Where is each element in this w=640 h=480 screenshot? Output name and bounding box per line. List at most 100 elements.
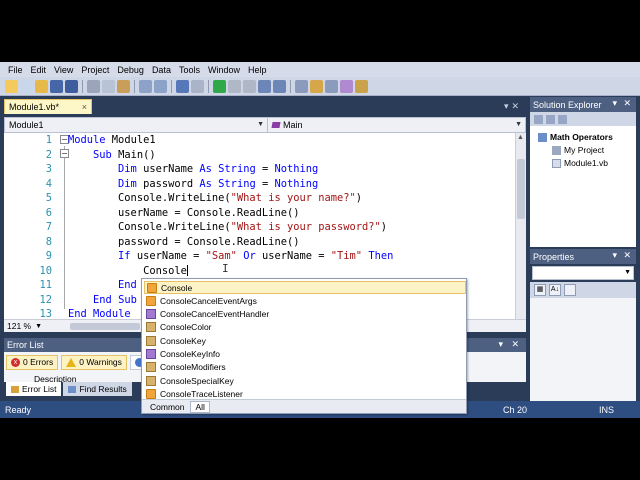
step-over-icon[interactable] [273, 79, 286, 93]
code-line[interactable]: Dim password As String = Nothing [68, 178, 318, 190]
ide-window: File Edit View Project Debug Data Tools Window H… [0, 62, 640, 418]
navigation-bar: Module1 ▼ Main ▼ [4, 117, 526, 133]
menu-data[interactable]: Data [148, 65, 175, 75]
code-line[interactable]: userName = Console.ReadLine() [68, 207, 299, 219]
save-icon[interactable] [50, 79, 63, 93]
menu-bar: File Edit View Project Debug Data Tools Window H… [0, 62, 640, 77]
tree-item-module1[interactable]: Module1.vb [552, 158, 608, 168]
errors-filter-button[interactable]: x 0 Errors [6, 354, 59, 370]
completion-item[interactable]: ConsoleColor [144, 321, 466, 334]
code-line[interactable]: Console [68, 264, 188, 277]
code-line[interactable]: Console.WriteLine("What is your password… [68, 221, 387, 233]
solution-explorer-title-text: Solution Explorer [533, 99, 602, 110]
pane-controls-icon[interactable]: ▾ ✕ [612, 250, 633, 261]
uncomment-icon[interactable] [154, 79, 167, 93]
properties-title: Properties ▾ ✕ [530, 249, 636, 264]
scroll-thumb[interactable] [517, 159, 525, 219]
menu-project[interactable]: Project [77, 65, 113, 75]
line-number: 12 [39, 293, 52, 306]
tree-item-project[interactable]: Math Operators [538, 132, 613, 142]
toolbox-icon[interactable] [355, 79, 368, 93]
cut-icon[interactable] [87, 79, 100, 93]
zoom-level[interactable]: 121 % [7, 321, 31, 331]
code-line[interactable]: Sub Main() [68, 149, 156, 161]
tab-common[interactable]: Common [146, 401, 188, 413]
code-line[interactable]: password = Console.ReadLine() [68, 236, 299, 248]
tab-find-results[interactable]: Find Results [63, 382, 132, 396]
step-icon[interactable] [258, 79, 271, 93]
string-token: "Tim" [330, 250, 363, 262]
pause-icon[interactable] [228, 79, 241, 93]
pane-controls-icon[interactable]: ▾ ✕ [498, 339, 522, 350]
completion-item[interactable]: ConsoleModifiers [144, 361, 466, 374]
tab-module1[interactable]: Module1.vb* × [4, 99, 92, 114]
solution-explorer-panel: Solution Explorer ▾ ✕ Math Operators My … [530, 97, 636, 247]
completion-item[interactable]: Console [144, 281, 466, 294]
vb-project-icon [538, 132, 547, 142]
string-token: "What is your password?" [230, 221, 381, 233]
categorized-icon[interactable]: ▦ [534, 284, 546, 296]
tab-label: Find Results [79, 384, 127, 394]
member-dropdown[interactable]: Main ▼ [268, 118, 525, 132]
completion-item[interactable]: ConsoleSpecialKey [144, 374, 466, 387]
scroll-up-icon[interactable]: ▲ [517, 134, 524, 141]
comment-icon[interactable] [139, 79, 152, 93]
keyword-token: As [199, 177, 212, 190]
menu-window[interactable]: Window [204, 65, 244, 75]
enum-icon [146, 362, 156, 373]
tab-error-list[interactable]: Error List [6, 382, 62, 396]
open-icon[interactable] [35, 79, 48, 93]
code-line[interactable]: Console.WriteLine("What is your name?") [68, 192, 362, 204]
menu-edit[interactable]: Edit [27, 65, 51, 75]
menu-help[interactable]: Help [244, 65, 271, 75]
delegate-icon [146, 349, 156, 359]
code-line[interactable]: Dim userName As String = Nothing [68, 163, 318, 175]
menu-file[interactable]: File [4, 65, 27, 75]
show-all-files-icon[interactable] [546, 114, 555, 124]
horizontal-scroll-thumb[interactable] [70, 323, 140, 330]
completion-item[interactable]: ConsoleKeyInfo [144, 348, 466, 361]
code-line[interactable]: Module Module1 [68, 134, 156, 146]
add-item-icon[interactable] [20, 79, 33, 93]
copy-icon[interactable] [102, 79, 115, 93]
tab-all[interactable]: All [190, 400, 210, 413]
code-line[interactable]: End [68, 279, 137, 291]
tab-list-dropdown-icon[interactable]: ▾✕ [504, 101, 522, 112]
new-project-icon[interactable] [5, 79, 18, 93]
editor-vertical-scrollbar[interactable]: ▲ [515, 133, 526, 319]
object-browser-icon[interactable] [340, 79, 353, 93]
find-results-icon [68, 385, 77, 393]
completion-item[interactable]: ConsoleKey [144, 334, 466, 347]
type-dropdown[interactable]: Module1 ▼ [5, 118, 268, 132]
code-line[interactable]: End Module [68, 308, 131, 319]
property-pages-icon[interactable] [564, 284, 576, 296]
menu-debug[interactable]: Debug [113, 65, 148, 75]
object-selector[interactable]: ▼ [532, 266, 634, 280]
save-all-icon[interactable] [65, 79, 78, 93]
chevron-down-icon[interactable]: ▼ [35, 323, 42, 330]
redo-icon[interactable] [191, 79, 204, 93]
solution-explorer-icon[interactable] [310, 79, 323, 93]
completion-item-label: ConsoleCancelEventHandler [160, 309, 270, 320]
paste-icon[interactable] [117, 79, 130, 93]
alphabetical-icon[interactable]: A↓ [549, 284, 561, 296]
close-tab-icon[interactable]: × [82, 102, 87, 112]
keyword-token: Module [93, 308, 131, 319]
code-line[interactable]: End Sub [68, 294, 137, 306]
completion-item[interactable]: ConsoleCancelEventArgs [144, 294, 466, 307]
code-line[interactable]: If userName = "Sam" Or userName = "Tim" … [68, 250, 393, 262]
menu-view[interactable]: View [50, 65, 77, 75]
menu-tools[interactable]: Tools [175, 65, 204, 75]
pane-controls-icon[interactable]: ▾ ✕ [612, 98, 633, 109]
tree-item-my-project[interactable]: My Project [552, 145, 604, 155]
properties-icon[interactable] [325, 79, 338, 93]
code-token: Main() [111, 148, 156, 161]
undo-icon[interactable] [176, 79, 189, 93]
start-debugging-icon[interactable] [213, 79, 226, 93]
completion-item[interactable]: ConsoleCancelEventHandler [144, 308, 466, 321]
refresh-icon[interactable] [558, 114, 567, 124]
properties-icon[interactable] [534, 114, 543, 124]
find-icon[interactable] [295, 79, 308, 93]
warnings-filter-button[interactable]: 0 Warnings [61, 354, 127, 370]
stop-icon[interactable] [243, 79, 256, 93]
